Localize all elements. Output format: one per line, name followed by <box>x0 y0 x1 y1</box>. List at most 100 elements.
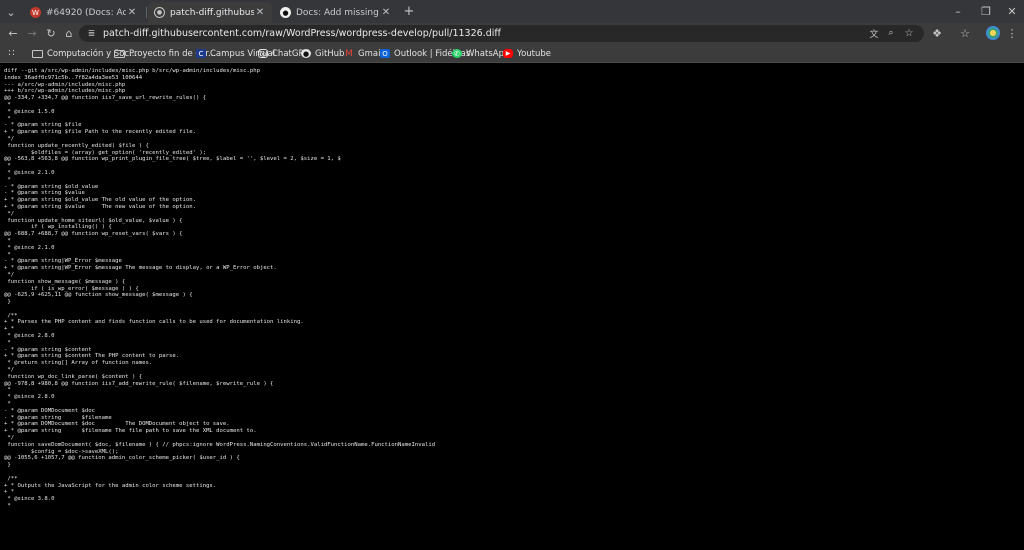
diff-line: */ <box>4 367 15 374</box>
zoom-icon[interactable]: ⌕ <box>885 27 897 39</box>
diff-line: + * @param string $old_value The old val… <box>4 197 196 204</box>
forward-arrow-icon[interactable]: → <box>25 26 39 40</box>
diff-line: * <box>4 176 11 183</box>
diff-line: function update_recently_edited( $file )… <box>4 142 149 149</box>
diff-line: if ( is_wp_error( $message ) ) { <box>4 285 139 292</box>
diff-line: - * @param string|WP_Error $message <box>4 258 122 265</box>
extensions-icon[interactable]: ❖ <box>930 26 944 40</box>
diff-line: * <box>4 115 11 122</box>
diff-line: * <box>4 163 11 170</box>
diff-line: +++ b/src/wp-admin/includes/misc.php <box>4 88 126 95</box>
tab-github-docs[interactable]: ● Docs: Add missing inline doc bl ✕ <box>274 2 398 23</box>
diff-line: */ <box>4 135 15 142</box>
home-icon[interactable]: ⌂ <box>62 26 76 40</box>
gmail-icon: M <box>345 48 353 59</box>
chrome-menu-icon[interactable]: ⋮ <box>1006 26 1018 40</box>
tab-search-dropdown-icon[interactable]: ⌄ <box>4 5 18 19</box>
chatgpt-icon: ◎ <box>258 49 268 58</box>
folder-icon <box>32 49 43 58</box>
diff-line: + * @param string|WP_Error $message The … <box>4 265 277 272</box>
close-window-icon[interactable]: ✕ <box>1004 4 1020 18</box>
bookmark-star-icon[interactable]: ☆ <box>903 27 915 39</box>
diff-line: * @since 2.1.0 <box>4 244 55 251</box>
github-icon: ● <box>280 7 291 18</box>
diff-line: - * @param DOMDocument $doc <box>4 407 95 414</box>
diff-line: + * <box>4 326 15 333</box>
apps-grid-icon[interactable]: ∷ <box>6 48 17 59</box>
diff-line: * @since 2.1.0 <box>4 169 55 176</box>
url-text: patch-diff.githubusercontent.com/raw/Wor… <box>103 28 501 39</box>
globe-icon: ● <box>154 7 165 18</box>
close-tab-icon[interactable]: ✕ <box>380 7 392 18</box>
diff-line: @@ -978,8 +980,8 @@ function iis7_add_re… <box>4 380 274 387</box>
diff-line: + * @param string $value The new value o… <box>4 203 196 210</box>
diff-line: @@ -334,7 +334,7 @@ function iis7_save_u… <box>4 95 207 102</box>
diff-line: function show_message( $message ) { <box>4 278 126 285</box>
minimize-window-icon[interactable]: – <box>950 4 966 18</box>
diff-line: $oldfiles = (array) get_option( 'recentl… <box>4 149 207 156</box>
diff-line: * <box>4 251 11 258</box>
bookmarks-bar: ∷ Computación y Soc... Proyecto fin de c… <box>0 44 1024 63</box>
site-info-icon[interactable]: ≣ <box>86 28 97 39</box>
back-arrow-icon[interactable]: ← <box>6 26 20 40</box>
tab-strip: ⌄ W #64920 (Docs: Add missing inli ✕ ● p… <box>0 0 1024 23</box>
diff-line: * @since 2.8.0 <box>4 394 55 401</box>
diff-line: if ( wp_installing() ) { <box>4 224 112 231</box>
bookmark-github[interactable]: ● GitHub <box>301 47 344 60</box>
diff-line: @@ -563,8 +563,8 @@ function wp_print_pl… <box>4 156 341 163</box>
tab-trac-ticket[interactable]: W #64920 (Docs: Add missing inli ✕ <box>24 2 144 23</box>
diff-line: * @since 3.8.0 <box>4 496 55 503</box>
diff-line: --- a/src/wp-admin/includes/misc.php <box>4 81 126 88</box>
diff-line: * @return string[] Array of function nam… <box>4 360 153 367</box>
diff-line: * @since 1.5.0 <box>4 108 55 115</box>
bookmark-label: Youtube <box>517 48 551 59</box>
bookmark-gmail[interactable]: M Gmail <box>344 47 383 60</box>
diff-line: /** <box>4 475 18 482</box>
diff-line: * <box>4 387 11 394</box>
tab-title: #64920 (Docs: Add missing inli <box>46 7 126 18</box>
diff-line: */ <box>4 271 15 278</box>
diff-line: @@ -1055,6 +1057,7 @@ function admin_col… <box>4 455 240 462</box>
navigation-toolbar: ← → ↻ ⌂ ≣ patch-diff.githubusercontent.c… <box>0 23 1024 44</box>
bookmark-whatsapp[interactable]: ✆ WhatsApp <box>452 47 509 60</box>
close-tab-icon[interactable]: ✕ <box>254 7 266 18</box>
restore-window-icon[interactable]: ❐ <box>978 4 994 18</box>
tab-patch-diff[interactable]: ● patch-diff.githubusercontent.com ✕ <box>148 2 272 23</box>
diff-line: @@ -625,9 +625,11 @@ function show_messa… <box>4 292 193 299</box>
profile-avatar[interactable] <box>986 26 1000 40</box>
diff-line: function update_home_siteurl( $old_value… <box>4 217 183 224</box>
diff-line: * <box>4 503 11 509</box>
diff-line: + * <box>4 489 15 496</box>
diff-line: /** <box>4 312 18 319</box>
bookmarks-panel-icon[interactable]: ☆ <box>958 26 972 40</box>
diff-line: + * @param string $file Path to the rece… <box>4 129 196 136</box>
diff-line: - * @param string $content <box>4 346 92 353</box>
diff-line: + * @param DOMDocument $doc The DOMDocum… <box>4 421 230 428</box>
whatsapp-icon: ✆ <box>452 49 462 58</box>
outlook-icon: O <box>380 49 390 58</box>
tab-title: Docs: Add missing inline doc bl <box>296 7 380 18</box>
diff-line: + * @param string $content The PHP conte… <box>4 353 180 360</box>
diff-line: - * @param string $filename <box>4 414 112 421</box>
diff-line: */ <box>4 435 15 442</box>
campus-icon: C <box>196 49 206 58</box>
diff-text: diff --git a/src/wp-admin/includes/misc.… <box>4 68 435 510</box>
close-tab-icon[interactable]: ✕ <box>126 7 138 18</box>
diff-line: * <box>4 101 11 108</box>
translate-icon[interactable]: 文 <box>868 27 880 40</box>
bookmark-youtube[interactable]: ▶ Youtube <box>503 47 551 60</box>
address-bar[interactable]: ≣ patch-diff.githubusercontent.com/raw/W… <box>79 25 924 42</box>
page-content: diff --git a/src/wp-admin/includes/misc.… <box>0 64 1024 550</box>
github-icon: ● <box>301 49 311 58</box>
folder-icon <box>114 49 125 58</box>
diff-line: - * @param string $old_value <box>4 183 99 190</box>
diff-line: index 36adf0c971c5b..7f82a4da3ee53 10064… <box>4 74 143 81</box>
diff-line: * @since 2.8.0 <box>4 333 55 340</box>
diff-line: function wp_doc_link_parse( $content ) { <box>4 373 143 380</box>
reload-icon[interactable]: ↻ <box>44 26 58 40</box>
diff-line: diff --git a/src/wp-admin/includes/misc.… <box>4 68 260 74</box>
diff-line: * <box>4 401 11 408</box>
diff-line: @@ -688,7 +688,7 @@ function wp_reset_va… <box>4 231 183 238</box>
new-tab-plus-icon[interactable]: + <box>402 4 416 19</box>
wordpress-trac-icon: W <box>30 7 41 18</box>
